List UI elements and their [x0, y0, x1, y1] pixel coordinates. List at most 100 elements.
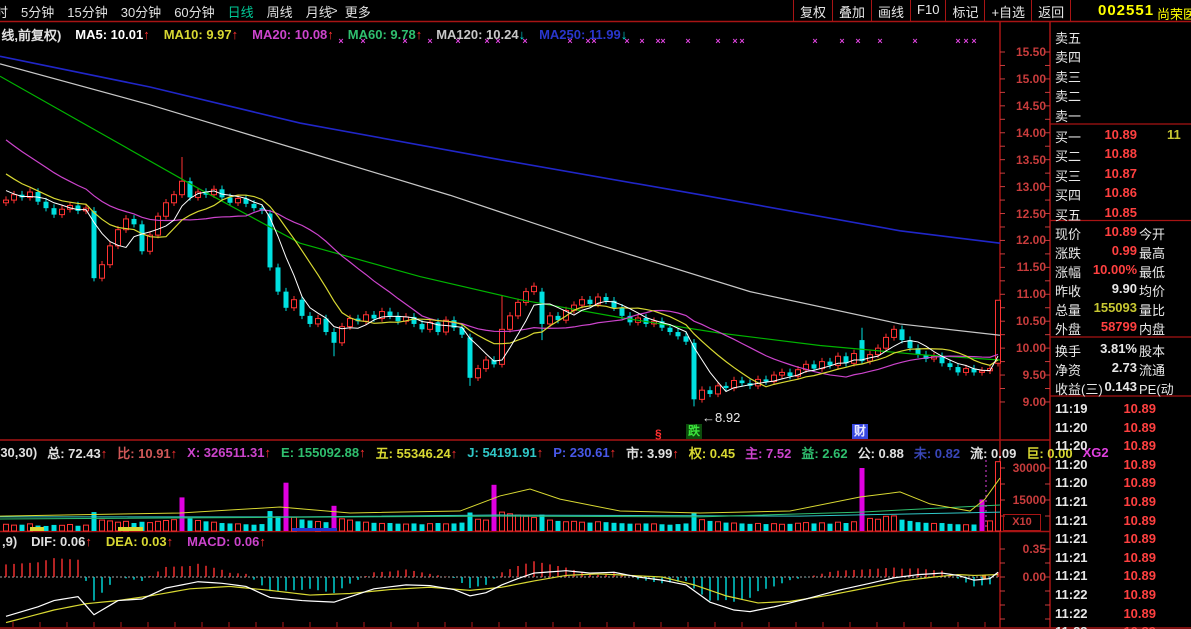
- bid-price: 10.89: [1081, 127, 1137, 142]
- volume-indicator-value: X: 326511.31↑: [187, 445, 271, 460]
- quote-panel: 卖五卖四卖三卖二卖一买一10.8911买二10.88买三10.87买四10.86…: [1051, 22, 1191, 629]
- toolbar-button-画线[interactable]: 画线: [872, 0, 911, 21]
- volume-indicator-value: 流: 0.09: [970, 443, 1016, 462]
- up-arrow-icon: ↑: [610, 445, 617, 460]
- volume-multiplier-badge: X10: [1003, 514, 1041, 531]
- period-tab-5分钟[interactable]: 5分钟: [21, 2, 54, 21]
- bid-row: 买五10.85: [1051, 205, 1191, 223]
- finance-row: 净资2.73流通: [1051, 360, 1191, 378]
- info-label-2: 今开: [1139, 224, 1165, 243]
- tick-price: 10.89: [1101, 606, 1156, 621]
- tick-time: 11:22: [1055, 606, 1088, 621]
- tick-row: 11:22 10.89: [1051, 606, 1191, 624]
- up-arrow-icon: ↑: [416, 27, 423, 42]
- toolbar-button-返回[interactable]: 返回: [1032, 0, 1071, 21]
- macd-header-prefix: ,9): [2, 534, 17, 549]
- price-axis-label: 10.50: [1004, 314, 1046, 328]
- tick-price: 10.89: [1101, 550, 1156, 565]
- ask-row: 卖三: [1051, 67, 1191, 85]
- tick-time: 11:21: [1055, 531, 1088, 546]
- toolbar-button-F10[interactable]: F10: [911, 0, 946, 21]
- bid-row: 买三10.87: [1051, 166, 1191, 184]
- info-row: 现价10.89今开: [1051, 224, 1191, 242]
- period-tab-更多[interactable]: 更多: [345, 2, 371, 21]
- volume-indicator-value: 比: 10.91↑: [117, 443, 177, 462]
- period-tab-15分钟[interactable]: 15分钟: [67, 2, 107, 21]
- news-badge-fall[interactable]: 跌: [686, 424, 702, 439]
- volume-indicator-value: 益: 2.62: [801, 443, 847, 462]
- tick-time: 11:21: [1055, 550, 1088, 565]
- macd-header: ,9) DIF: 0.06↑DEA: 0.03↑MACD: 0.06↑: [2, 534, 266, 549]
- bid-label: 买五: [1055, 205, 1081, 224]
- bid-label: 买二: [1055, 146, 1081, 165]
- macd-axis-label: 0.00: [1004, 570, 1046, 584]
- info-label: 外盘: [1055, 319, 1081, 338]
- svg-text:×: ×: [877, 36, 882, 46]
- info-row: 外盘58799内盘: [1051, 319, 1191, 337]
- tick-price: 10.89: [1101, 401, 1156, 416]
- ask-label: 卖四: [1055, 47, 1081, 66]
- price-axis-label: 11.50: [1004, 260, 1046, 274]
- ask-row: 卖二: [1051, 86, 1191, 104]
- price-axis-label: 15.00: [1004, 72, 1046, 86]
- tick-time: 11:19: [1055, 401, 1088, 416]
- price-axis-label: 12.50: [1004, 207, 1046, 221]
- tick-time: 11:20: [1055, 420, 1088, 435]
- up-arrow-icon: ↑: [232, 27, 239, 42]
- ask-label: 卖五: [1055, 28, 1081, 47]
- toolbar-button-标记[interactable]: 标记: [946, 0, 985, 21]
- toolbar-button-复权[interactable]: 复权: [794, 0, 833, 21]
- tick-price: 10.89: [1101, 420, 1156, 435]
- up-arrow-icon: ↑: [167, 534, 174, 549]
- tick-time: 11:22: [1055, 587, 1088, 602]
- info-value: 58799: [1081, 319, 1137, 334]
- finance-label-2: PE(动: [1139, 379, 1174, 398]
- period-tab-月线[interactable]: 月线: [306, 2, 332, 21]
- svg-text:×: ×: [971, 36, 976, 46]
- toolbar-button-+自选[interactable]: +自选: [985, 0, 1032, 21]
- bid-price: 10.88: [1081, 146, 1137, 161]
- bid-row: 买二10.88: [1051, 146, 1191, 164]
- period-tab-分时[interactable]: 分时: [0, 2, 8, 21]
- bid-price: 10.85: [1081, 205, 1137, 220]
- up-arrow-icon: ↑: [101, 446, 108, 461]
- info-row: 昨收9.90均价: [1051, 281, 1191, 299]
- period-tab-周线[interactable]: 周线: [267, 2, 293, 21]
- news-badge-finance[interactable]: 财: [852, 424, 868, 439]
- info-label-2: 内盘: [1139, 319, 1165, 338]
- tick-price: 10.89: [1101, 513, 1156, 528]
- tick-time: 11:23: [1055, 624, 1088, 629]
- app-window: ××××××××××××××××××××××××××× 分时5分钟15分钟30分…: [0, 0, 1191, 629]
- volume-header-prefix: (30,30): [0, 445, 37, 460]
- period-tab-日线[interactable]: 日线: [228, 2, 254, 21]
- tick-price: 10.89: [1101, 438, 1156, 453]
- info-value: 155093: [1081, 300, 1137, 315]
- ma-value: MA5: 10.01↑: [75, 27, 149, 42]
- price-axis-label: 15.50: [1004, 45, 1046, 59]
- period-tab-30分钟[interactable]: 30分钟: [121, 2, 161, 21]
- tick-row: 11:19 10.89: [1051, 401, 1191, 419]
- up-arrow-icon: ↑: [171, 446, 178, 461]
- info-label: 涨幅: [1055, 262, 1081, 281]
- tick-row: 11:2310.89: [1051, 624, 1191, 629]
- chevron-right-icon[interactable]: >: [330, 3, 338, 18]
- period-tab-60分钟[interactable]: 60分钟: [174, 2, 214, 21]
- tick-price: 10.89: [1101, 568, 1156, 583]
- info-value: 10.00%: [1081, 262, 1137, 277]
- info-value: 9.90: [1081, 281, 1137, 296]
- volume-indicator-value: 市: 3.99↑: [626, 443, 679, 462]
- finance-value: 3.81%: [1081, 341, 1137, 356]
- info-value: 0.99: [1081, 243, 1137, 258]
- volume-header: (30,30) 总: 72.43↑比: 10.91↑X: 326511.31↑E…: [0, 443, 1109, 462]
- toolbar-button-叠加[interactable]: 叠加: [833, 0, 872, 21]
- info-row: 涨跌0.99最高: [1051, 243, 1191, 261]
- price-axis-label: 10.00: [1004, 341, 1046, 355]
- macd-value: MACD: 0.06↑: [187, 534, 266, 549]
- price-axis-label: 9.00: [1004, 395, 1046, 409]
- price-axis-label: 13.50: [1004, 153, 1046, 167]
- volume-indicator-value: 五: 55346.24↑: [376, 443, 458, 462]
- tick-time: 11:20: [1055, 438, 1088, 453]
- svg-text:×: ×: [732, 36, 737, 46]
- info-label: 现价: [1055, 224, 1081, 243]
- svg-text:×: ×: [685, 36, 690, 46]
